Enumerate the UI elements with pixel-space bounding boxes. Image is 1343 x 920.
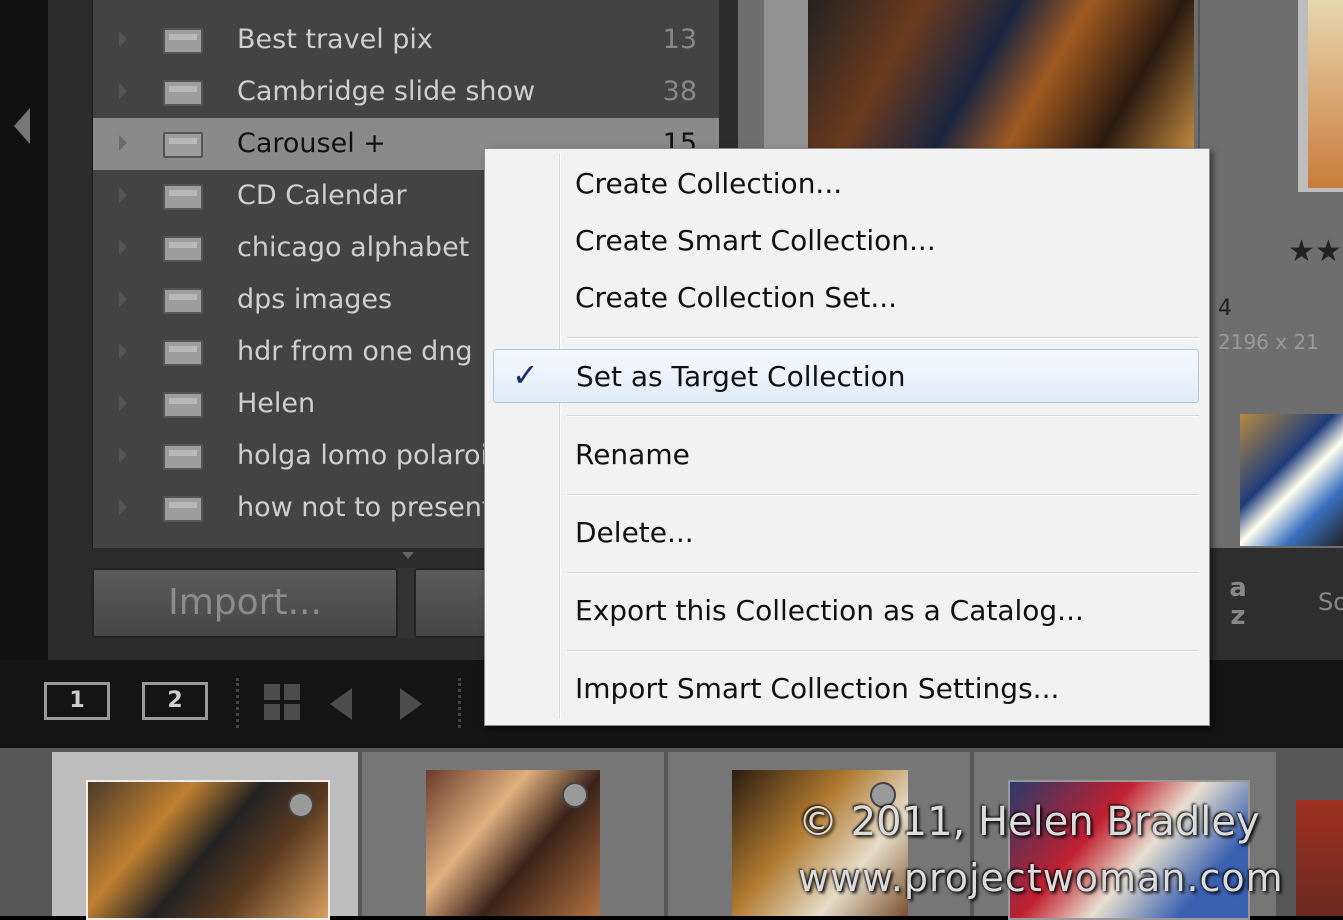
expand-triangle-icon[interactable] xyxy=(119,499,127,515)
collection-name: holga lomo polaroid xyxy=(237,440,506,471)
badge-icon xyxy=(288,792,314,818)
expand-triangle-icon[interactable] xyxy=(119,343,127,359)
toolbar-sort: a z So xyxy=(1200,548,1343,660)
menu-item-create-collection[interactable]: Create Collection... xyxy=(485,157,1209,211)
watermark: © 2011, Helen Bradley www.projectwoman.c… xyxy=(798,794,1284,906)
previous-arrow-icon[interactable] xyxy=(330,688,352,720)
collection-folder-icon xyxy=(163,28,203,54)
watermark-line2: www.projectwoman.com xyxy=(798,856,1284,900)
filmstrip-thumbnail[interactable] xyxy=(1296,800,1343,916)
collection-folder-icon xyxy=(163,288,203,314)
divider xyxy=(236,678,242,728)
collection-name: chicago alphabet xyxy=(237,232,470,263)
sort-az-icon[interactable]: a z xyxy=(1220,574,1256,634)
photo-thumbnail xyxy=(1308,0,1343,188)
collection-name: Carousel + xyxy=(237,128,386,159)
photo-thumbnail[interactable] xyxy=(1240,414,1343,546)
collection-name: dps images xyxy=(237,284,393,315)
grid-view-icon[interactable] xyxy=(264,684,304,724)
photo-thumbnail xyxy=(808,0,1194,148)
badge-icon xyxy=(562,782,588,808)
watermark-line1: © 2011, Helen Bradley xyxy=(798,799,1260,845)
menu-separator xyxy=(567,494,1199,496)
collection-folder-icon xyxy=(163,80,203,106)
collection-folder-icon xyxy=(163,184,203,210)
menu-item-rename[interactable]: Rename xyxy=(485,428,1209,482)
collection-name: Helen xyxy=(237,388,316,419)
collection-name: how not to present xyxy=(237,492,493,523)
star-rating[interactable]: ★★ xyxy=(1288,234,1342,269)
menu-item-export-as-catalog[interactable]: Export this Collection as a Catalog... xyxy=(485,584,1209,638)
collection-folder-icon xyxy=(163,236,203,262)
expand-triangle-icon[interactable] xyxy=(119,31,127,47)
expand-triangle-icon[interactable] xyxy=(119,239,127,255)
menu-separator xyxy=(567,650,1199,652)
next-arrow-icon[interactable] xyxy=(400,688,422,720)
collection-folder-icon xyxy=(163,392,203,418)
panel-resize-handle-icon[interactable] xyxy=(402,552,414,559)
collection-folder-icon xyxy=(163,496,203,522)
menu-item-import-smart-collection-settings[interactable]: Import Smart Collection Settings... xyxy=(485,662,1209,716)
collection-folder-icon xyxy=(163,444,203,470)
collection-count: 38 xyxy=(662,76,697,107)
menu-item-create-smart-collection[interactable]: Create Smart Collection... xyxy=(485,214,1209,268)
photo-index: 4 xyxy=(1218,296,1232,321)
second-screen-button[interactable]: 2 xyxy=(142,682,208,720)
menu-separator xyxy=(567,415,1199,417)
expand-triangle-icon[interactable] xyxy=(119,291,127,307)
collection-name: Best travel pix xyxy=(237,24,433,55)
divider xyxy=(458,678,464,728)
menu-item-delete[interactable]: Delete... xyxy=(485,506,1209,560)
collection-folder-icon xyxy=(163,340,203,366)
menu-separator xyxy=(567,337,1199,339)
context-menu: Create Collection... Create Smart Collec… xyxy=(484,148,1210,726)
collection-row[interactable]: Best travel pix 13 xyxy=(93,14,719,66)
expand-triangle-icon[interactable] xyxy=(119,447,127,463)
collection-name: hdr from one dng xyxy=(237,336,473,367)
grid-cell[interactable] xyxy=(764,0,1194,150)
collection-name: Cambridge slide show xyxy=(237,76,536,107)
grid-cell[interactable] xyxy=(1298,0,1343,192)
menu-item-set-target-collection[interactable]: ✓ Set as Target Collection xyxy=(493,349,1199,403)
collection-row[interactable]: Cambridge slide show 38 xyxy=(93,66,719,118)
import-button[interactable]: Import... xyxy=(92,568,398,638)
main-screen-button[interactable]: 1 xyxy=(44,682,110,720)
menu-separator xyxy=(567,572,1199,574)
expand-triangle-icon[interactable] xyxy=(119,83,127,99)
collapse-left-panel-icon[interactable] xyxy=(14,108,30,144)
checkmark-icon: ✓ xyxy=(512,356,539,394)
photo-dimensions: 2196 x 21 xyxy=(1218,330,1319,354)
left-panel-strip xyxy=(0,0,48,660)
expand-triangle-icon[interactable] xyxy=(119,187,127,203)
collection-count: 13 xyxy=(662,24,697,55)
expand-triangle-icon[interactable] xyxy=(119,135,127,151)
menu-item-create-collection-set[interactable]: Create Collection Set... xyxy=(485,271,1209,325)
expand-triangle-icon[interactable] xyxy=(119,395,127,411)
collection-folder-icon xyxy=(163,132,203,158)
collection-name: CD Calendar xyxy=(237,180,407,211)
sort-label[interactable]: So xyxy=(1318,588,1343,616)
